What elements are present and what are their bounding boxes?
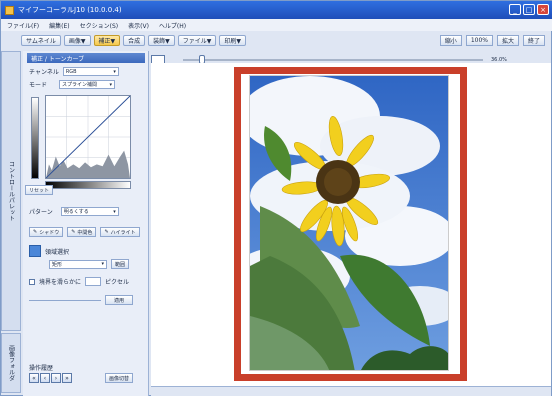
area-shape-row: 矩形 ▾ 範囲 — [29, 259, 130, 269]
adjust-button[interactable]: 補正▼ — [93, 34, 121, 46]
smooth-checkbox[interactable] — [29, 278, 35, 285]
channel-select[interactable]: RGB ▾ — [62, 67, 119, 76]
menu-file[interactable]: ファイル(F) — [7, 21, 39, 30]
area-select-icon[interactable] — [29, 245, 41, 257]
chevron-down-icon: ▾ — [109, 81, 113, 88]
file-button[interactable]: ファイル▼ — [177, 34, 217, 46]
input-gradient — [45, 181, 131, 189]
first-icon[interactable]: « — [29, 373, 39, 383]
highlight-label: ハイライト — [110, 229, 136, 236]
chevron-down-icon: ▾ — [113, 208, 116, 215]
minimize-button[interactable]: _ — [509, 4, 521, 15]
title-bar: マイフーコーラルJ10 (10.0.0.4) _ □ × — [1, 1, 552, 19]
tone-curve-panel: 補正 / トーンカーブ チャンネル RGB ▾ モード スプライン補間 ▾ リセット — [23, 51, 149, 396]
mode-row: モード スプライン補間 ▾ — [29, 80, 116, 89]
menu-view[interactable]: 表示(V) — [128, 21, 149, 30]
view-toolbar: 縮小 100% 拡大 終了 — [439, 35, 545, 46]
last-icon[interactable]: » — [62, 373, 72, 383]
pattern-label: パターン — [29, 209, 53, 216]
window-title: マイフーコーラルJ10 (10.0.0.4) — [18, 6, 122, 14]
history-row: 操作履歴 — [29, 363, 53, 372]
image-button[interactable]: 画像▼ — [63, 34, 91, 46]
photo-svg — [250, 76, 448, 370]
highlight-dropper-button[interactable]: ✎ ハイライト — [100, 227, 140, 237]
prev-icon[interactable]: ‹ — [40, 373, 50, 383]
output-gradient — [31, 97, 39, 179]
eyedropper-icon: ✎ — [71, 229, 76, 235]
apply-button[interactable]: 適用 — [105, 295, 134, 305]
menu-section[interactable]: セクション(S) — [80, 21, 119, 30]
maximize-button[interactable]: □ — [523, 4, 535, 15]
menu-edit[interactable]: 編集(E) — [49, 21, 69, 30]
panel-header: 補正 / トーンカーブ — [27, 53, 145, 63]
decoration-button[interactable]: 装飾▼ — [148, 34, 175, 46]
window-controls: _ □ × — [509, 4, 549, 15]
image-folder-label: 画像フォルダ — [7, 345, 15, 381]
reset-button[interactable]: リセット — [25, 185, 54, 195]
control-palette-label: コントロールパレット — [7, 161, 15, 221]
composite-button[interactable]: 合成 — [123, 34, 146, 46]
mode-label: モード — [29, 82, 48, 89]
exit-button[interactable]: 終了 — [522, 35, 545, 46]
mode-value: スプライン補間 — [62, 82, 98, 88]
image-folder-tab[interactable]: 画像フォルダ — [1, 333, 21, 393]
channel-label: チャンネル — [29, 69, 59, 76]
sunflower-photo[interactable] — [249, 75, 449, 371]
switch-row: 画像切替 — [105, 373, 134, 383]
print-button[interactable]: 印刷▼ — [219, 34, 247, 46]
menu-help[interactable]: ヘルプ(H) — [159, 21, 186, 30]
eyedropper-icon: ✎ — [104, 229, 109, 235]
enlarge-button[interactable]: 拡大 — [496, 35, 519, 46]
mode-select[interactable]: スプライン補間 ▾ — [59, 80, 116, 89]
reset-row: リセット — [25, 185, 54, 195]
chevron-down-icon: ▾ — [101, 261, 104, 267]
midtone-label: 中間色 — [77, 229, 93, 236]
channel-row: チャンネル RGB ▾ — [29, 67, 119, 76]
eyedropper-row: ✎ シャドウ ✎ 中間色 ✎ ハイライト — [29, 227, 140, 237]
pattern-row: パターン 明るくする ▾ — [29, 207, 119, 216]
midtone-dropper-button[interactable]: ✎ 中間色 — [67, 227, 97, 237]
pixel-input[interactable] — [85, 277, 102, 286]
pixel-label: ピクセル — [105, 279, 130, 286]
area-label: 領域選択 — [45, 248, 70, 256]
status-bar — [151, 386, 551, 396]
area-shape-value: 矩形 — [52, 261, 63, 268]
smooth-label: 境界を滑らかに — [39, 279, 82, 286]
history-label: 操作履歴 — [29, 365, 54, 372]
pattern-value: 明るくする — [63, 209, 89, 215]
shrink-button[interactable]: 縮小 — [439, 35, 462, 46]
channel-value: RGB — [65, 68, 77, 75]
app-window: マイフーコーラルJ10 (10.0.0.4) _ □ × ファイル(F) 編集(… — [0, 0, 552, 396]
invert-button[interactable]: 範囲 — [111, 259, 130, 269]
shadow-dropper-button[interactable]: ✎ シャドウ — [29, 227, 64, 237]
curve-svg — [45, 95, 131, 179]
area-row: 領域選択 — [29, 245, 69, 257]
zoom-slider[interactable] — [183, 55, 483, 64]
actual-size-button[interactable]: 100% — [465, 35, 493, 46]
app-icon — [5, 5, 14, 15]
eyedropper-icon: ✎ — [33, 229, 38, 235]
thumbnail-button[interactable]: サムネイル — [21, 34, 61, 46]
apply-row: 適用 — [29, 295, 134, 305]
smooth-row: 境界を滑らかに ピクセル — [29, 277, 129, 286]
close-button[interactable]: × — [537, 4, 549, 15]
chevron-down-icon: ▾ — [113, 68, 116, 75]
area-shape-select[interactable]: 矩形 ▾ — [49, 259, 107, 269]
image-switch-button[interactable]: 画像切替 — [105, 373, 134, 383]
tone-curve-graph[interactable] — [45, 95, 131, 179]
pattern-select[interactable]: 明るくする ▾ — [60, 207, 119, 216]
next-icon[interactable]: › — [51, 373, 61, 383]
shadow-label: シャドウ — [39, 229, 60, 236]
history-nav: « ‹ › » — [29, 373, 72, 383]
control-palette-tab[interactable]: コントロールパレット — [1, 51, 21, 331]
menu-bar: ファイル(F) 編集(E) セクション(S) 表示(V) ヘルプ(H) — [1, 19, 552, 31]
divider — [29, 299, 101, 301]
